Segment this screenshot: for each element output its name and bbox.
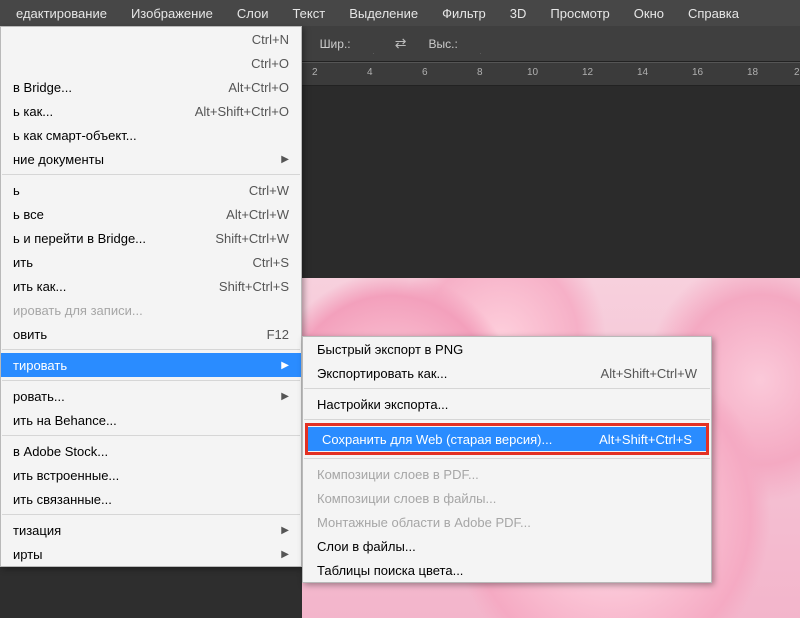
menu-help[interactable]: Справка (676, 2, 751, 25)
ruler: 2 4 6 8 10 12 14 16 18 2 (302, 62, 800, 86)
chevron-right-icon: ▶ (271, 525, 289, 536)
menu-layers[interactable]: Слои (225, 2, 281, 25)
submenu-artboards-pdf: Монтажные области в Adobe PDF... (303, 510, 711, 534)
menu-item-open-smart[interactable]: ь как смарт-объект... (1, 123, 301, 147)
submenu-layers-to-files[interactable]: Слои в файлы... (303, 534, 711, 558)
separator (2, 435, 300, 436)
submenu-save-for-web[interactable]: Сохранить для Web (старая версия)...Alt+… (308, 427, 706, 451)
submenu-layer-comps-files: Композиции слоев в файлы... (303, 486, 711, 510)
ruler-tick: 16 (692, 67, 703, 78)
height-label: Выс.: (429, 37, 458, 51)
menu-item-place-embedded[interactable]: ить встроенные... (1, 463, 301, 487)
submenu-color-lookup-tables[interactable]: Таблицы поиска цвета... (303, 558, 711, 582)
menu-filter[interactable]: Фильтр (430, 2, 498, 25)
menu-item-export[interactable]: тировать▶ (1, 353, 301, 377)
separator (2, 380, 300, 381)
submenu-export-as[interactable]: Экспортировать как...Alt+Shift+Ctrl+W (303, 361, 711, 385)
swap-icon[interactable]: ⇄ (395, 35, 407, 52)
separator (304, 388, 710, 389)
ruler-tick: 6 (422, 67, 428, 78)
menu-item-save-as[interactable]: ить как...Shift+Ctrl+S (1, 274, 301, 298)
menu-select[interactable]: Выделение (337, 2, 430, 25)
ruler-tick: 12 (582, 67, 593, 78)
menu-text[interactable]: Текст (280, 2, 337, 25)
menu-view[interactable]: Просмотр (538, 2, 621, 25)
separator (2, 174, 300, 175)
menu-item-save[interactable]: итьCtrl+S (1, 250, 301, 274)
menu-3d[interactable]: 3D (498, 2, 539, 25)
menu-item-open[interactable]: Ctrl+O (1, 51, 301, 75)
menu-window[interactable]: Окно (622, 2, 676, 25)
chevron-right-icon: ▶ (271, 154, 289, 165)
menu-item-recent[interactable]: ние документы▶ (1, 147, 301, 171)
menu-edit[interactable]: едактирование (4, 2, 119, 25)
separator (2, 349, 300, 350)
highlight-box: Сохранить для Web (старая версия)...Alt+… (305, 423, 709, 455)
menu-item-behance[interactable]: ить на Behance... (1, 408, 301, 432)
menu-item-open-as[interactable]: ь как...Alt+Shift+Ctrl+O (1, 99, 301, 123)
separator (304, 419, 710, 420)
menu-image[interactable]: Изображение (119, 2, 225, 25)
ruler-tick: 8 (477, 67, 483, 78)
submenu-quick-export-png[interactable]: Быстрый экспорт в PNG (303, 337, 711, 361)
submenu-export-preferences[interactable]: Настройки экспорта... (303, 392, 711, 416)
export-submenu: Быстрый экспорт в PNG Экспортировать как… (302, 336, 712, 583)
separator (304, 458, 710, 459)
menu-item-new[interactable]: Ctrl+N (1, 27, 301, 51)
ruler-tick: 2 (794, 67, 800, 78)
menu-item-scripts[interactable]: ирты▶ (1, 542, 301, 566)
menu-item-generate[interactable]: ровать...▶ (1, 384, 301, 408)
ruler-tick: 18 (747, 67, 758, 78)
menu-item-close-bridge[interactable]: ь и перейти в Bridge...Shift+Ctrl+W (1, 226, 301, 250)
chevron-right-icon: ▶ (271, 391, 289, 402)
ruler-tick: 2 (312, 67, 318, 78)
menu-item-checkin: ировать для записи... (1, 298, 301, 322)
chevron-right-icon: ▶ (271, 549, 289, 560)
chevron-right-icon: ▶ (271, 360, 289, 371)
submenu-layer-comps-pdf: Композиции слоев в PDF... (303, 462, 711, 486)
file-menu: Ctrl+N Ctrl+O в Bridge...Alt+Ctrl+O ь ка… (0, 26, 302, 567)
width-label: Шир.: (320, 37, 351, 51)
menu-item-close[interactable]: ьCtrl+W (1, 178, 301, 202)
menu-item-close-all[interactable]: ь всеAlt+Ctrl+W (1, 202, 301, 226)
ruler-tick: 4 (367, 67, 373, 78)
menu-item-adobe-stock[interactable]: в Adobe Stock... (1, 439, 301, 463)
separator (2, 514, 300, 515)
ruler-tick: 14 (637, 67, 648, 78)
menu-item-revert[interactable]: овитьF12 (1, 322, 301, 346)
menu-item-automate[interactable]: тизация▶ (1, 518, 301, 542)
menubar[interactable]: едактирование Изображение Слои Текст Выд… (0, 0, 800, 26)
menu-item-place-linked[interactable]: ить связанные... (1, 487, 301, 511)
menu-item-browse-bridge[interactable]: в Bridge...Alt+Ctrl+O (1, 75, 301, 99)
ruler-tick: 10 (527, 67, 538, 78)
